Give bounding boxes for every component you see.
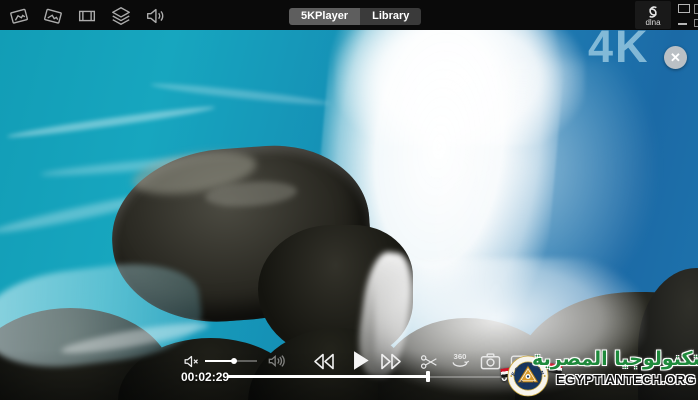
dlna-label: dlna (645, 19, 660, 27)
dlna-button[interactable]: dlna (635, 1, 671, 29)
rotate-screen-left-icon[interactable] (8, 5, 30, 27)
volume-slider[interactable] (205, 360, 257, 362)
titlebar: 5KPlayer Library dlna (0, 0, 698, 30)
volume-icon[interactable] (144, 5, 166, 27)
elapsed-time: 00:02:29 (181, 370, 229, 384)
mode-tabs: 5KPlayer Library (289, 8, 421, 25)
volume-thumb[interactable] (231, 358, 237, 364)
rewind-icon[interactable] (311, 351, 337, 377)
minimize-icon[interactable] (678, 23, 687, 25)
4k-watermark: 4K (588, 30, 650, 73)
playlist-layers-icon[interactable] (110, 5, 132, 27)
fast-forward-icon[interactable] (378, 351, 404, 377)
window-controls (678, 4, 692, 25)
watermark-arabic-title: التكنولوجيا المصرية (554, 346, 698, 372)
seek-bar[interactable] (227, 376, 522, 378)
sea-foam (6, 103, 215, 140)
clipped-window-icon (694, 4, 698, 14)
rotate-360-icon[interactable]: 360 (449, 351, 471, 376)
seek-thumb[interactable] (426, 371, 430, 382)
watermark-site-url: EGYPTIANTECH.ORG (556, 372, 696, 387)
aspect-ratio-icon[interactable] (76, 5, 98, 27)
rotate-screen-right-icon[interactable] (42, 5, 64, 27)
tab-5kplayer[interactable]: 5KPlayer (289, 8, 360, 25)
seek-fill (227, 375, 428, 378)
video-canvas[interactable]: 4K (0, 30, 698, 400)
clipped-window-icon (694, 19, 698, 27)
maximize-icon[interactable] (678, 4, 690, 13)
tab-library[interactable]: Library (360, 8, 421, 25)
sea-foam (150, 81, 330, 108)
player-window: 5KPlayer Library dlna (0, 0, 698, 400)
titlebar-tools (8, 5, 166, 27)
volume-fill (205, 360, 234, 363)
close-icon[interactable]: ✕ (664, 46, 687, 69)
egyptiantech-watermark: EGYPTIAN TECH التكنولوجيا المصرية EGYPTI… (496, 346, 698, 400)
svg-text:360: 360 (454, 352, 467, 361)
volume-waves-icon (266, 351, 286, 376)
